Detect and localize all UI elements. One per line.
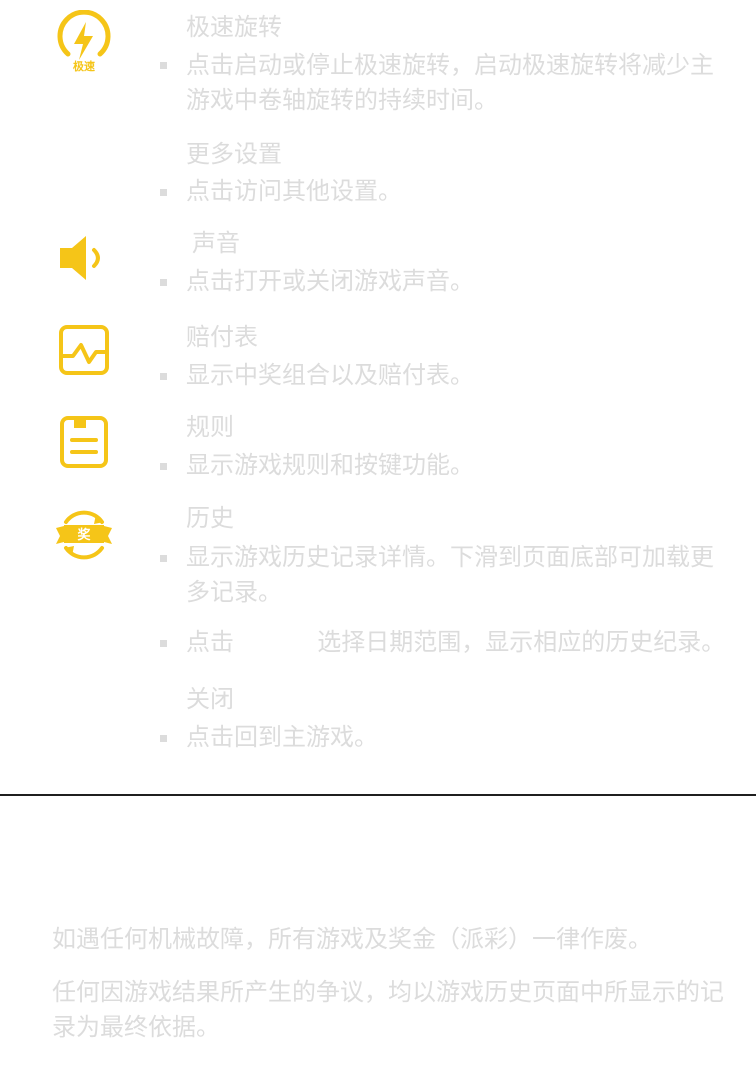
- bullet: [160, 62, 167, 69]
- desc-prefix: 点击: [186, 628, 234, 656]
- bullet: [160, 279, 167, 286]
- bullet: [160, 735, 167, 742]
- chart-icon[interactable]: [52, 318, 116, 382]
- desc-suffix: 选择日期范围，显示相应的历史纪录。: [317, 628, 726, 656]
- section-divider: [0, 794, 756, 796]
- section-title: 赔付表: [186, 323, 258, 351]
- section-desc: 显示中奖组合以及赔付表。: [186, 361, 474, 389]
- bullet: [160, 463, 167, 470]
- section-desc: 点击打开或关闭游戏声音。: [186, 267, 474, 295]
- section-title: 声音: [192, 229, 240, 257]
- rules-document-icon[interactable]: [52, 410, 116, 474]
- section-title: 历史: [186, 504, 234, 532]
- bullet: [160, 640, 167, 647]
- speaker-icon[interactable]: [52, 226, 116, 290]
- section-desc-2: 点击 选择日期范围，显示相应的历史纪录。: [186, 625, 728, 660]
- section-desc-text: 点击启动或停止极速旋转，启动极速旋转将减少主游戏中卷轴旋转的持续时间。: [186, 51, 714, 114]
- prize-label: 奖: [77, 527, 91, 543]
- section-title: 规则: [186, 413, 234, 441]
- section-desc: 点击启动或停止极速旋转，启动极速旋转将减少主游戏中卷轴旋转的持续时间。: [186, 48, 728, 118]
- malfunction-notice: 如遇任何机械故障，所有游戏及奖金（派彩）一律作废。: [52, 925, 652, 953]
- section-title: 更多设置: [186, 140, 282, 168]
- section-desc: 点击回到主游戏。: [186, 723, 378, 751]
- section-desc: 点击访问其他设置。: [186, 177, 402, 205]
- bullet: [160, 555, 167, 562]
- bullet: [160, 373, 167, 380]
- turbo-label: 极速: [73, 59, 95, 73]
- bullet: [160, 189, 167, 196]
- dispute-notice: 任何因游戏结果所产生的争议，均以游戏历史页面中所显示的记录为最终依据。: [52, 978, 724, 1041]
- section-desc: 显示游戏规则和按键功能。: [186, 451, 474, 479]
- section-desc: 显示游戏历史记录详情。下滑到页面底部可加载更多记录。: [186, 543, 714, 606]
- history-prize-icon[interactable]: 奖: [52, 502, 116, 566]
- turbo-spin-icon[interactable]: 极速: [52, 9, 116, 74]
- section-title: 极速旋转: [186, 13, 282, 41]
- section-title: 关闭: [186, 685, 234, 713]
